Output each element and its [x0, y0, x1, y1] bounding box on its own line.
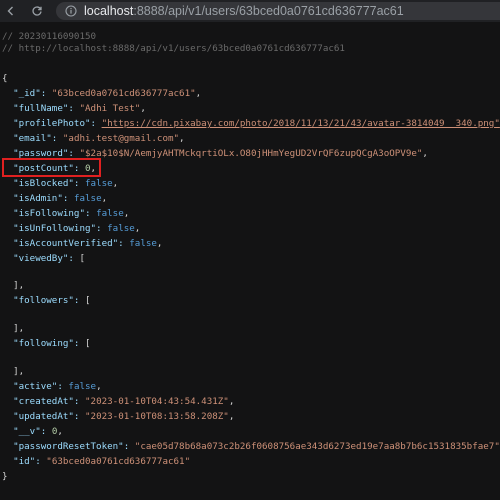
json-value: "63bced0a0761cd636777ac61": [46, 456, 191, 467]
browser-toolbar: localhost:8888/api/v1/users/63bced0a0761…: [0, 0, 500, 22]
json-line-createdat: "createdAt": "2023-01-10T04:43:54.431Z",: [2, 395, 234, 408]
json-comma: ,: [96, 381, 102, 392]
info-icon: [65, 5, 77, 17]
url-host: localhost: [84, 4, 134, 18]
json-comma: ,: [422, 148, 428, 159]
json-comma: ,: [195, 88, 202, 99]
json-key: "updatedAt":: [13, 411, 85, 422]
json-line-followers: "followers": [: [2, 294, 91, 307]
json-comma: ,: [101, 193, 108, 204]
json-line-active: "active": false,: [2, 380, 102, 393]
json-key: "viewedBy":: [13, 253, 80, 264]
profile-photo-link[interactable]: "https://cdn.pixabay.com/photo/2018/11/1…: [102, 118, 500, 129]
close-brace: }: [2, 471, 8, 482]
json-comma: ,: [179, 133, 185, 144]
json-value: false: [85, 178, 113, 189]
json-key: "id":: [13, 456, 47, 467]
json-key: "isAccountVerified":: [13, 238, 130, 249]
json-key: "isAdmin":: [13, 193, 74, 204]
json-line-isfollowing: "isFollowing": false,: [2, 207, 129, 220]
reload-icon: [32, 6, 42, 16]
json-line-isadmin: "isAdmin": false,: [2, 192, 107, 205]
json-comma: ,: [140, 103, 146, 114]
json-key: "following":: [13, 338, 85, 349]
json-line-open: {: [2, 72, 8, 85]
close-bracket: ],: [13, 280, 25, 291]
json-value: false: [107, 223, 135, 234]
json-line-isblocked: "isBlocked": false,: [2, 177, 118, 190]
json-value: "$2a$10$N/AemjyAHTMckqrtiOLx.O80jHHmYegU…: [79, 148, 423, 159]
close-bracket: ],: [13, 323, 25, 334]
json-key: "email":: [13, 133, 63, 144]
json-key: "_id":: [13, 88, 52, 99]
json-value: false: [68, 381, 97, 392]
close-bracket: ],: [13, 366, 25, 377]
json-value: "63bced0a0761cd636777ac61": [51, 88, 196, 99]
json-comma: ,: [134, 223, 141, 234]
json-comma: ,: [57, 426, 63, 437]
json-value: "cae05d78b68a073c2b26f0608756ae343d6273e…: [134, 441, 500, 452]
timestamp-comment: // 20230116090150: [2, 31, 97, 42]
json-comma: ,: [112, 178, 119, 189]
json-key: "createdAt":: [13, 396, 85, 407]
json-line-followers-close: ],: [2, 322, 24, 335]
open-bracket: [: [85, 295, 91, 306]
json-key: "fullName":: [13, 103, 80, 114]
json-line-id: "_id": "63bced0a0761cd636777ac61",: [2, 87, 201, 100]
open-brace: {: [2, 73, 8, 84]
json-value: "adhi.test@gmail.com": [62, 133, 180, 144]
json-line-isaccountverified: "isAccountVerified": false,: [2, 237, 162, 250]
json-value: false: [73, 193, 102, 204]
url-comment: // http://localhost:8888/api/v1/users/63…: [2, 43, 345, 54]
json-key: "active":: [13, 381, 69, 392]
json-line-profilephoto: "profilePhoto": "https://cdn.pixabay.com…: [2, 117, 500, 130]
open-bracket: [: [79, 253, 86, 264]
json-line-viewedby-close: ],: [2, 279, 24, 292]
json-key: "__v":: [13, 426, 52, 437]
json-value: "2023-01-10T08:13:58.208Z": [85, 411, 229, 422]
json-comma: ,: [156, 238, 163, 249]
json-key: "isUnFollowing":: [13, 223, 108, 234]
json-key: "isBlocked":: [13, 178, 85, 189]
json-line-version: "__v": 0,: [2, 425, 63, 438]
json-line-fullname: "fullName": "Adhi Test",: [2, 102, 146, 115]
json-line-following-close: ],: [2, 365, 24, 378]
json-comma: ,: [228, 411, 235, 422]
json-value: false: [129, 238, 157, 249]
json-value: "Adhi Test": [79, 103, 141, 114]
json-key: "passwordResetToken":: [13, 441, 135, 452]
json-viewer: // 20230116090150 // http://localhost:88…: [0, 22, 500, 500]
json-line-close: }: [2, 470, 8, 483]
reload-button[interactable]: [26, 0, 48, 22]
json-comma: ,: [228, 396, 235, 407]
json-key: "followers":: [13, 295, 85, 306]
json-line-viewedby: "viewedBy": [: [2, 252, 85, 265]
json-key: "isFollowing":: [13, 208, 97, 219]
json-value: false: [96, 208, 124, 219]
json-line-passwordresettoken: "passwordResetToken": "cae05d78b68a073c2…: [2, 440, 500, 453]
open-bracket: [: [85, 338, 91, 349]
site-info-button[interactable]: [64, 4, 78, 18]
postcount-highlight-box: [2, 158, 101, 177]
json-line-id-duplicate: "id": "63bced0a0761cd636777ac61": [2, 455, 190, 468]
address-bar[interactable]: localhost:8888/api/v1/users/63bced0a0761…: [56, 2, 500, 20]
back-button[interactable]: [0, 0, 22, 22]
back-icon: [7, 6, 13, 16]
json-value: "2023-01-10T04:43:54.431Z": [85, 396, 229, 407]
json-line-following: "following": [: [2, 337, 91, 350]
url-path: :8888/api/v1/users/63bced0a0761cd636777a…: [133, 4, 404, 18]
json-line-email: "email": "adhi.test@gmail.com",: [2, 132, 185, 145]
json-line-isunfollowing: "isUnFollowing": false,: [2, 222, 140, 235]
url-text: localhost:8888/api/v1/users/63bced0a0761…: [84, 4, 404, 18]
json-comma: ,: [123, 208, 130, 219]
json-key: "profilePhoto":: [13, 118, 102, 129]
json-line-updatedat: "updatedAt": "2023-01-10T08:13:58.208Z",: [2, 410, 234, 423]
